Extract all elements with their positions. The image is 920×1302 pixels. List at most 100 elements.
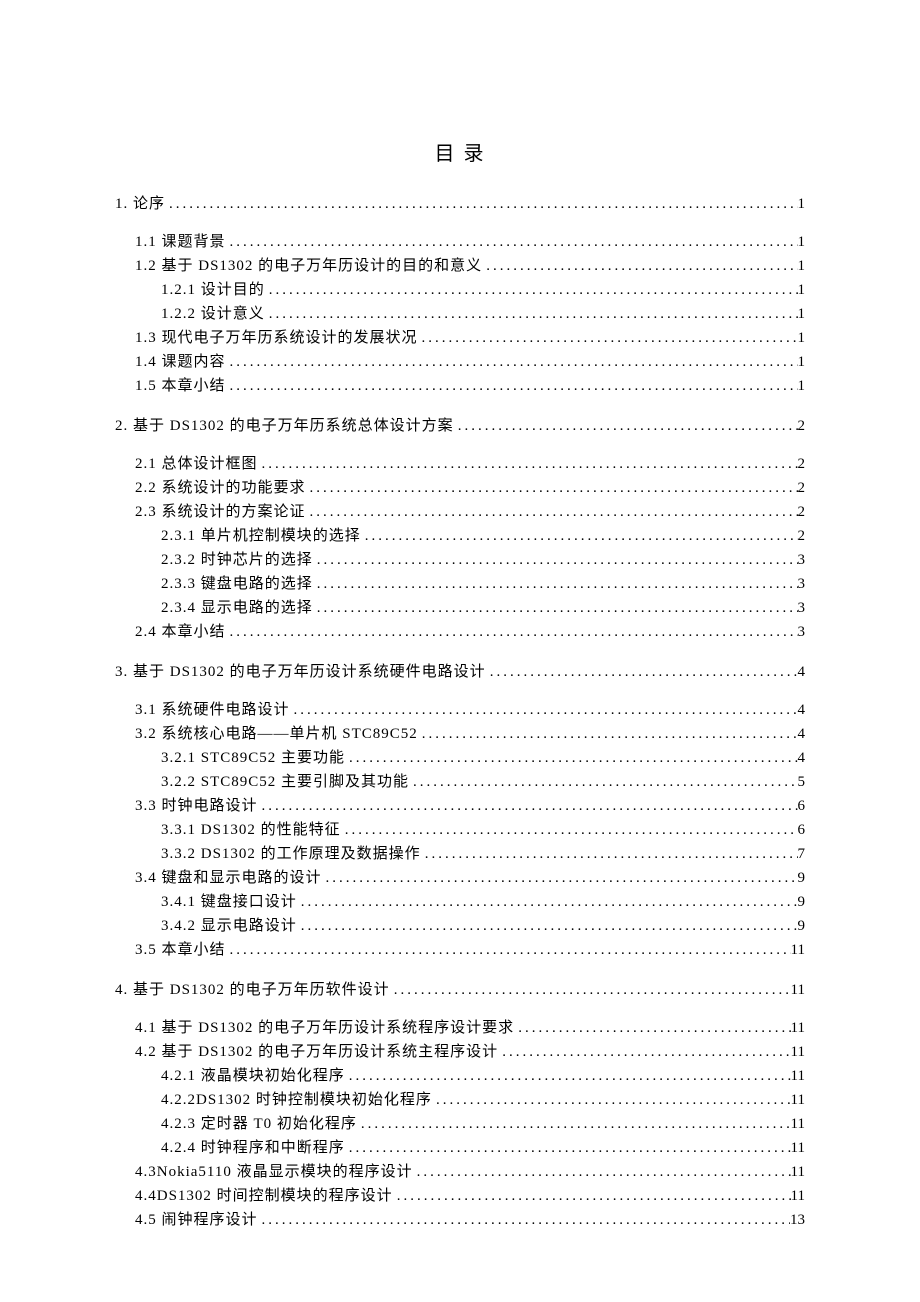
toc-label: 4. 基于 DS1302 的电子万年历软件设计 — [115, 980, 390, 1001]
toc-label: 3.3.1 DS1302 的性能特征 — [161, 820, 341, 841]
toc-entry: 3.3.1 DS1302 的性能特征 6 — [115, 820, 805, 841]
toc-page-number: 4 — [798, 662, 806, 683]
toc-page-number: 9 — [798, 916, 806, 937]
toc-leader-dots — [409, 772, 797, 793]
toc-page-number: 7 — [798, 844, 806, 865]
toc-page-number: 3 — [798, 550, 806, 571]
toc-entry: 3.2 系统核心电路——单片机 STC89C524 — [115, 724, 805, 745]
toc-label: 4.4DS1302 时间控制模块的程序设计 — [135, 1186, 393, 1207]
toc-leader-dots — [418, 328, 798, 349]
toc-entry: 4.2.3 定时器 T0 初始化程序 11 — [115, 1114, 805, 1135]
toc-page-number: 1 — [798, 256, 806, 277]
toc-entry: 1.3 现代电子万年历系统设计的发展状况1 — [115, 328, 805, 349]
toc-page-number: 3 — [798, 622, 806, 643]
toc-leader-dots — [258, 454, 798, 475]
toc-label: 3.2.1 STC89C52 主要功能 — [161, 748, 345, 769]
toc-entry: 3.1 系统硬件电路设计4 — [115, 700, 805, 721]
toc-entry: 4.5 闹钟程序设计13 — [115, 1210, 805, 1231]
toc-label: 3.2 系统核心电路——单片机 STC89C52 — [135, 724, 418, 745]
toc-label: 2.3.2 时钟芯片的选择 — [161, 550, 313, 571]
toc-leader-dots — [313, 574, 798, 595]
toc-label: 2.3.4 显示电路的选择 — [161, 598, 313, 619]
toc-label: 3.4.2 显示电路设计 — [161, 916, 297, 937]
toc-entry: 2. 基于 DS1302 的电子万年历系统总体设计方案2 — [115, 416, 805, 437]
toc-label: 3.3.2 DS1302 的工作原理及数据操作 — [161, 844, 421, 865]
toc-entry: 1.1 课题背景1 — [115, 232, 805, 253]
toc-leader-dots — [421, 844, 798, 865]
toc-entry: 1. 论序 1 — [115, 194, 805, 215]
toc-entry: 2.3.3 键盘电路的选择3 — [115, 574, 805, 595]
toc-entry: 2.1 总体设计框图2 — [115, 454, 805, 475]
toc-label: 3.4 键盘和显示电路的设计 — [135, 868, 322, 889]
toc-leader-dots — [498, 1042, 790, 1063]
toc-entry: 2.4 本章小结 3 — [115, 622, 805, 643]
toc-entry: 3.3 时钟电路设计 6 — [115, 796, 805, 817]
toc-label: 4.2.4 时钟程序和中断程序 — [161, 1138, 345, 1159]
toc-page-number: 3 — [798, 574, 806, 595]
toc-label: 4.2 基于 DS1302 的电子万年历设计系统主程序设计 — [135, 1042, 498, 1063]
toc-page-number: 9 — [798, 868, 806, 889]
toc-page-number: 11 — [791, 1066, 805, 1087]
toc-entry: 2.3 系统设计的方案论证2 — [115, 502, 805, 523]
toc-leader-dots — [265, 280, 798, 301]
toc-leader-dots — [306, 502, 798, 523]
toc-page-number: 9 — [798, 892, 806, 913]
toc-page-number: 2 — [798, 416, 806, 437]
toc-label: 1. 论序 — [115, 194, 165, 215]
toc-label: 1.2 基于 DS1302 的电子万年历设计的目的和意义 — [135, 256, 482, 277]
toc-entry: 4.3Nokia5110 液晶显示模块的程序设计 11 — [115, 1162, 805, 1183]
toc-label: 1.4 课题内容 — [135, 352, 226, 373]
toc-page-number: 1 — [798, 194, 806, 215]
toc-label: 3.4.1 键盘接口设计 — [161, 892, 297, 913]
toc-entry: 1.2 基于 DS1302 的电子万年历设计的目的和意义 1 — [115, 256, 805, 277]
toc-leader-dots — [258, 796, 798, 817]
toc-label: 4.2.3 定时器 T0 初始化程序 — [161, 1114, 357, 1135]
toc-page-number: 11 — [791, 1042, 805, 1063]
toc-label: 1.2.2 设计意义 — [161, 304, 265, 325]
toc-leader-dots — [290, 700, 798, 721]
toc-entry: 1.4 课题内容1 — [115, 352, 805, 373]
toc-entry: 4.1 基于 DS1302 的电子万年历设计系统程序设计要求 11 — [115, 1018, 805, 1039]
toc-entry: 3.4.2 显示电路设计 9 — [115, 916, 805, 937]
toc-entry: 1.2.2 设计意义 1 — [115, 304, 805, 325]
toc-entry: 2.2 系统设计的功能要求2 — [115, 478, 805, 499]
toc-leader-dots — [165, 194, 797, 215]
toc-page-number: 4 — [798, 748, 806, 769]
toc-entry: 4.2.4 时钟程序和中断程序11 — [115, 1138, 805, 1159]
toc-leader-dots — [341, 820, 798, 841]
toc-leader-dots — [418, 724, 798, 745]
toc-label: 3.1 系统硬件电路设计 — [135, 700, 290, 721]
toc-leader-dots — [482, 256, 797, 277]
toc-entry: 3.2.1 STC89C52 主要功能 4 — [115, 748, 805, 769]
toc-page-number: 11 — [791, 1018, 805, 1039]
toc-leader-dots — [413, 1162, 791, 1183]
toc-leader-dots — [297, 892, 798, 913]
toc-label: 4.2.2DS1302 时钟控制模块初始化程序 — [161, 1090, 432, 1111]
toc-label: 4.1 基于 DS1302 的电子万年历设计系统程序设计要求 — [135, 1018, 514, 1039]
toc-label: 3.3 时钟电路设计 — [135, 796, 258, 817]
toc-label: 4.3Nokia5110 液晶显示模块的程序设计 — [135, 1162, 413, 1183]
toc-page-number: 11 — [791, 1162, 805, 1183]
toc-leader-dots — [345, 1138, 791, 1159]
toc-entry: 2.3.1 单片机控制模块的选择2 — [115, 526, 805, 547]
toc-entry: 3. 基于 DS1302 的电子万年历设计系统硬件电路设计4 — [115, 662, 805, 683]
toc-page-number: 6 — [798, 796, 806, 817]
toc-label: 2.4 本章小结 — [135, 622, 226, 643]
toc-label: 1.1 课题背景 — [135, 232, 226, 253]
toc-page-number: 6 — [798, 820, 806, 841]
toc-leader-dots — [297, 916, 798, 937]
toc-leader-dots — [265, 304, 798, 325]
toc-page-number: 2 — [798, 526, 806, 547]
toc-page-number: 11 — [791, 1114, 805, 1135]
toc-leader-dots — [390, 980, 791, 1001]
toc-label: 3.2.2 STC89C52 主要引脚及其功能 — [161, 772, 409, 793]
toc-page-number: 11 — [791, 1186, 805, 1207]
toc-leader-dots — [454, 416, 798, 437]
toc-label: 4.5 闹钟程序设计 — [135, 1210, 258, 1231]
toc-page-number: 1 — [798, 328, 806, 349]
toc-leader-dots — [361, 526, 798, 547]
toc-page-number: 1 — [798, 304, 806, 325]
toc-entry: 3.3.2 DS1302 的工作原理及数据操作 7 — [115, 844, 805, 865]
toc-page-number: 2 — [798, 454, 806, 475]
toc-entry: 1.5 本章小结1 — [115, 376, 805, 397]
